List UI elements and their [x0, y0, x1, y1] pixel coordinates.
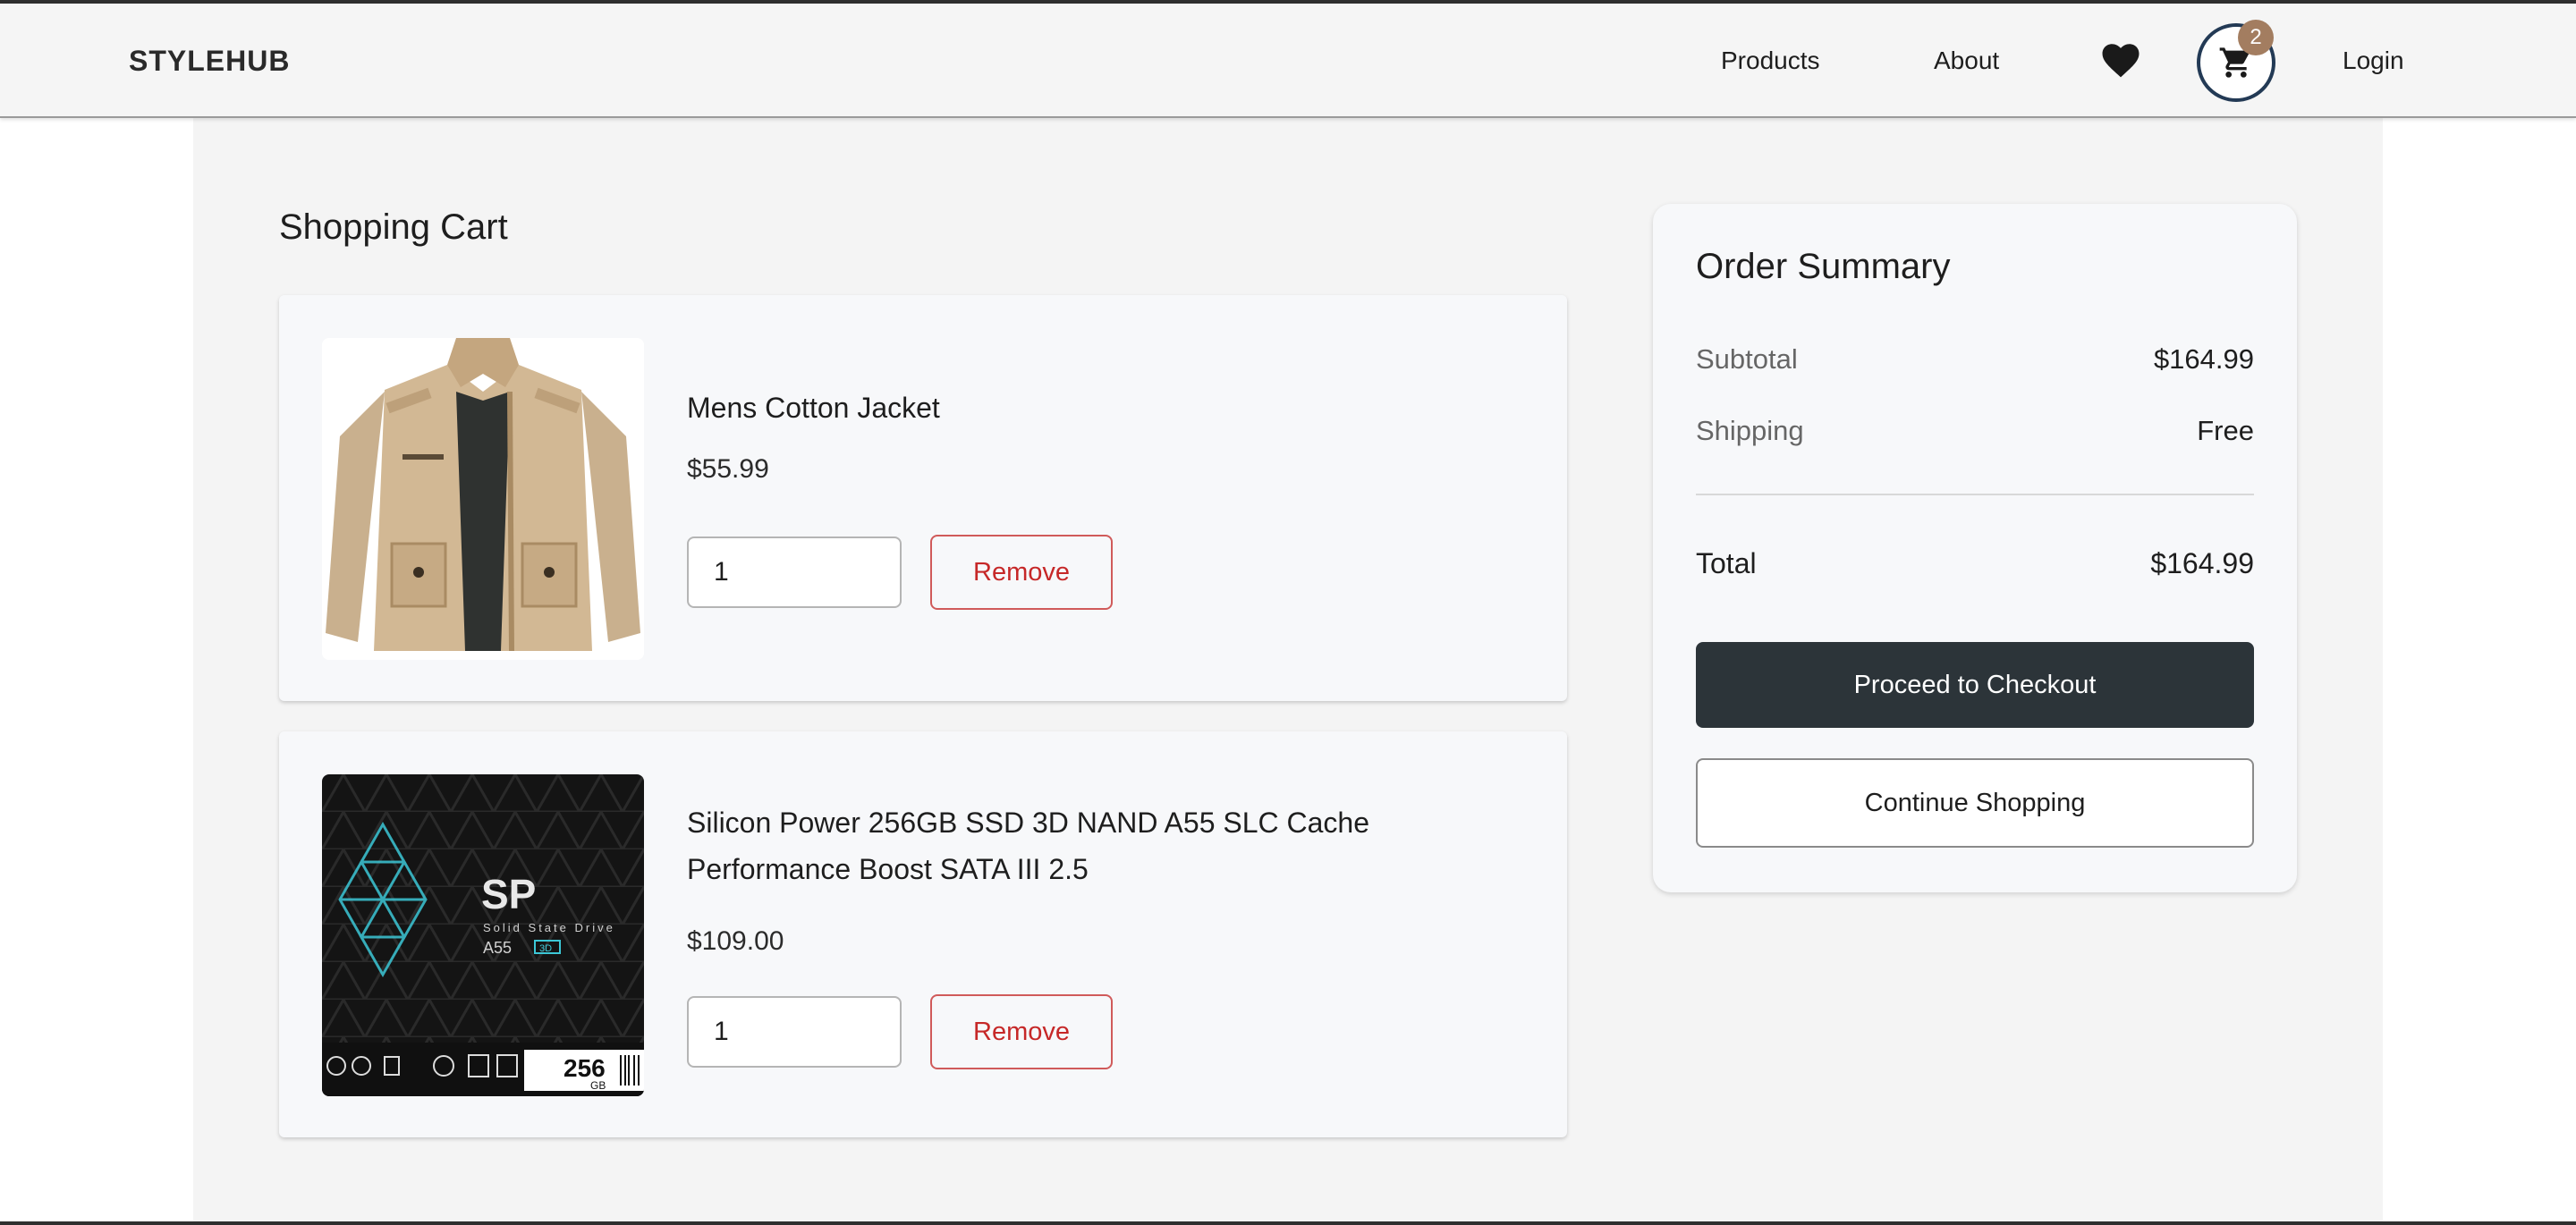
order-summary-title: Order Summary — [1696, 247, 1951, 286]
cart-count-badge: 2 — [2238, 20, 2274, 55]
nav-about-link[interactable]: About — [1934, 46, 1999, 75]
ssd-subtitle-text: Solid State Drive — [483, 921, 615, 934]
heart-icon[interactable] — [2102, 43, 2140, 79]
cart-item-name: Mens Cotton Jacket — [687, 392, 940, 424]
brand-logo[interactable]: STYLEHUB — [129, 45, 290, 78]
remove-button[interactable]: Remove — [930, 535, 1113, 610]
proceed-to-checkout-button[interactable]: Proceed to Checkout — [1696, 642, 2254, 728]
quantity-input[interactable] — [687, 536, 902, 608]
summary-divider — [1696, 494, 2254, 495]
page-title: Shopping Cart — [279, 207, 508, 247]
product-image-jacket[interactable] — [322, 338, 644, 660]
total-value: $164.99 — [2150, 547, 2254, 579]
subtotal-label: Subtotal — [1696, 343, 1798, 375]
nav-products-link[interactable]: Products — [1721, 46, 1820, 75]
subtotal-value: $164.99 — [2153, 343, 2254, 375]
cart-item-name: Silicon Power 256GB SSD 3D NAND A55 SLC … — [687, 807, 1370, 885]
cart-item: SP Solid State Drive A55 3D 256 GB Silic… — [279, 731, 1567, 1137]
navbar: STYLEHUB Products About Login — [0, 4, 2576, 118]
shipping-label: Shipping — [1696, 415, 1804, 446]
continue-shopping-button[interactable]: Continue Shopping — [1696, 758, 2254, 848]
cart-item: Mens Cotton Jacket $55.99 Remove — [279, 295, 1567, 701]
shipping-value: Free — [2197, 415, 2254, 446]
ssd-model-text: A55 — [483, 939, 512, 957]
ssd-capacity-text: 256 — [564, 1054, 606, 1082]
ssd-logo-text: SP — [481, 871, 536, 917]
total-label: Total — [1696, 547, 1757, 579]
nav-login-link[interactable]: Login — [2343, 46, 2404, 75]
ssd-unit-text: GB — [590, 1079, 606, 1092]
cart-item-price: $55.99 — [687, 454, 769, 484]
cart-item-price: $109.00 — [687, 926, 784, 956]
quantity-input[interactable] — [687, 996, 902, 1068]
ssd-badge-text: 3D — [539, 943, 552, 954]
order-summary-panel: Order Summary Subtotal $164.99 Shipping … — [1653, 204, 2297, 892]
bottom-border — [0, 1221, 2576, 1225]
remove-button[interactable]: Remove — [930, 994, 1113, 1069]
product-image-ssd[interactable]: SP Solid State Drive A55 3D 256 GB — [322, 774, 644, 1096]
